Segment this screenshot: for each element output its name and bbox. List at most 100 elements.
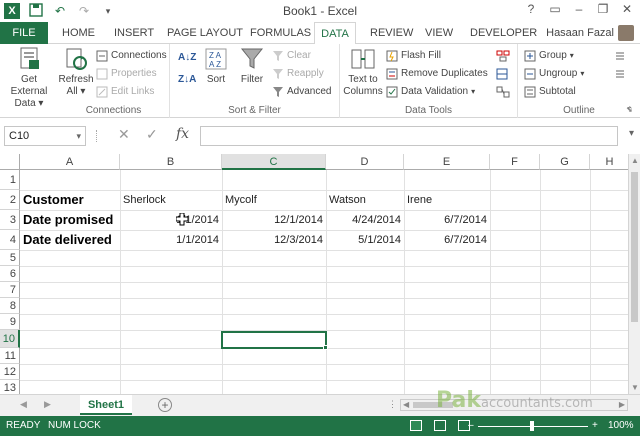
cell-b3[interactable]: 1/1/2014	[120, 210, 222, 230]
row-header[interactable]: 10	[0, 330, 20, 348]
formula-input[interactable]	[200, 126, 618, 146]
edit-links-button[interactable]: Edit Links	[96, 84, 154, 100]
row-header[interactable]: 9	[0, 314, 20, 330]
cell-e3[interactable]: 6/7/2014	[404, 210, 490, 230]
tab-page-layout[interactable]: PAGE LAYOUT	[165, 22, 245, 44]
tab-split-icon[interactable]: ⋮	[388, 399, 397, 410]
cell-d3[interactable]: 4/24/2014	[326, 210, 404, 230]
cell-b4[interactable]: 1/1/2014	[120, 230, 222, 250]
connections-button[interactable]: Connections	[96, 48, 167, 64]
zoom-in-button[interactable]: +	[592, 416, 598, 436]
insert-function-icon[interactable]: fx	[176, 126, 189, 142]
prev-sheet-icon[interactable]: ◀	[20, 399, 27, 410]
tab-home[interactable]: HOME	[60, 22, 97, 44]
vertical-scrollbar[interactable]: ▲ ▼	[628, 154, 640, 394]
row-header[interactable]: 5	[0, 250, 20, 266]
row-header[interactable]: 11	[0, 348, 20, 364]
row-header[interactable]: 12	[0, 364, 20, 380]
cell-c2[interactable]: Mycolf	[222, 190, 326, 210]
vertical-scroll-thumb[interactable]	[631, 172, 638, 322]
cancel-entry-icon[interactable]: ✕	[118, 126, 130, 143]
properties-button[interactable]: Properties	[96, 66, 157, 82]
column-header-e[interactable]: E	[404, 154, 490, 170]
scroll-up-icon[interactable]: ▲	[631, 156, 639, 165]
cell-e4[interactable]: 6/7/2014	[404, 230, 490, 250]
expand-formula-icon[interactable]: ▾	[629, 128, 634, 139]
sort-a-z-button[interactable]: A↓Z	[178, 50, 196, 66]
page-layout-view-icon[interactable]	[434, 420, 446, 431]
help-button[interactable]: ?	[524, 2, 538, 16]
tab-file[interactable]: FILE	[0, 22, 48, 44]
text-to-columns-button[interactable]: Text to Columns	[342, 46, 384, 98]
close-button[interactable]: ✕	[620, 2, 634, 16]
active-cell-c10[interactable]	[221, 331, 327, 349]
cell-d4[interactable]: 5/1/2014	[326, 230, 404, 250]
filter-button[interactable]: Filter	[236, 46, 268, 86]
confirm-entry-icon[interactable]: ✓	[146, 126, 158, 143]
row-header[interactable]: 3	[0, 210, 20, 230]
row-header[interactable]: 13	[0, 380, 20, 394]
tab-insert[interactable]: INSERT	[112, 22, 156, 44]
fill-handle[interactable]	[323, 345, 328, 350]
add-sheet-button[interactable]: +	[158, 398, 172, 412]
zoom-level[interactable]: 100%	[608, 416, 634, 436]
what-if-analysis-icon[interactable]	[496, 66, 510, 82]
ungroup-button[interactable]: Ungroup ▾	[524, 66, 584, 82]
relationships-icon[interactable]	[496, 84, 510, 100]
user-account[interactable]: Hasaan Fazal	[546, 25, 634, 41]
next-sheet-icon[interactable]: ▶	[44, 399, 51, 410]
sheet-tab-sheet1[interactable]: Sheet1	[80, 395, 132, 415]
minimize-button[interactable]: –	[572, 2, 586, 16]
formula-bar-divider[interactable]	[96, 130, 98, 142]
zoom-out-button[interactable]: –	[468, 416, 474, 436]
get-external-data-button[interactable]: Get External Data ▾	[2, 46, 56, 110]
tab-data[interactable]: DATA	[314, 22, 356, 45]
row-header[interactable]: 7	[0, 282, 20, 298]
reapply-button[interactable]: Reapply	[272, 66, 324, 82]
cell-b2[interactable]: Sherlock	[120, 190, 222, 210]
column-header-c[interactable]: C	[222, 154, 326, 170]
cell-d2[interactable]: Watson	[326, 190, 404, 210]
remove-duplicates-button[interactable]: Remove Duplicates	[386, 66, 488, 82]
hide-detail-icon[interactable]	[614, 66, 626, 82]
cell-c3[interactable]: 12/1/2014	[222, 210, 326, 230]
column-header-h[interactable]: H	[590, 154, 628, 170]
row-header[interactable]: 8	[0, 298, 20, 314]
row-header[interactable]: 4	[0, 230, 20, 250]
sort-button[interactable]: Z AA Z Sort	[200, 46, 232, 86]
consolidate-icon[interactable]	[496, 48, 510, 64]
cell-e2[interactable]: Irene	[404, 190, 490, 210]
tab-review[interactable]: REVIEW	[368, 22, 415, 44]
column-header-g[interactable]: G	[540, 154, 590, 170]
restore-button[interactable]: ❐	[596, 2, 610, 16]
zoom-slider-thumb[interactable]	[530, 421, 534, 431]
data-validation-button[interactable]: Data Validation ▾	[386, 84, 475, 100]
select-all-corner[interactable]	[0, 154, 20, 170]
column-header-f[interactable]: F	[490, 154, 540, 170]
ribbon-display-icon[interactable]: ▭	[548, 2, 562, 16]
tab-formulas[interactable]: FORMULAS	[248, 22, 313, 44]
column-header-b[interactable]: B	[120, 154, 222, 170]
cell-a3[interactable]: Date promised	[20, 210, 120, 230]
cell-a4[interactable]: Date delivered	[20, 230, 120, 250]
tab-view[interactable]: VIEW	[423, 22, 455, 44]
scroll-down-icon[interactable]: ▼	[631, 383, 639, 392]
tab-developer[interactable]: DEVELOPER	[468, 22, 539, 44]
cell-c4[interactable]: 12/3/2014	[222, 230, 326, 250]
column-header-d[interactable]: D	[326, 154, 404, 170]
row-header[interactable]: 2	[0, 190, 20, 210]
flash-fill-button[interactable]: Flash Fill	[386, 48, 441, 64]
scroll-right-icon[interactable]: ▶	[619, 400, 625, 409]
scroll-left-icon[interactable]: ◀	[403, 400, 409, 409]
advanced-button[interactable]: Advanced	[272, 84, 331, 100]
refresh-all-button[interactable]: Refresh All ▾	[58, 46, 94, 98]
normal-view-icon[interactable]	[410, 420, 422, 431]
cell-a2[interactable]: Customer	[20, 190, 120, 210]
group-button[interactable]: Group ▾	[524, 48, 574, 64]
row-header[interactable]: 6	[0, 266, 20, 282]
sort-z-a-button[interactable]: Z↓A	[178, 72, 196, 88]
row-header[interactable]: 1	[0, 170, 20, 190]
subtotal-button[interactable]: Subtotal	[524, 84, 576, 100]
show-detail-icon[interactable]	[614, 48, 626, 64]
column-header-a[interactable]: A	[20, 154, 120, 170]
